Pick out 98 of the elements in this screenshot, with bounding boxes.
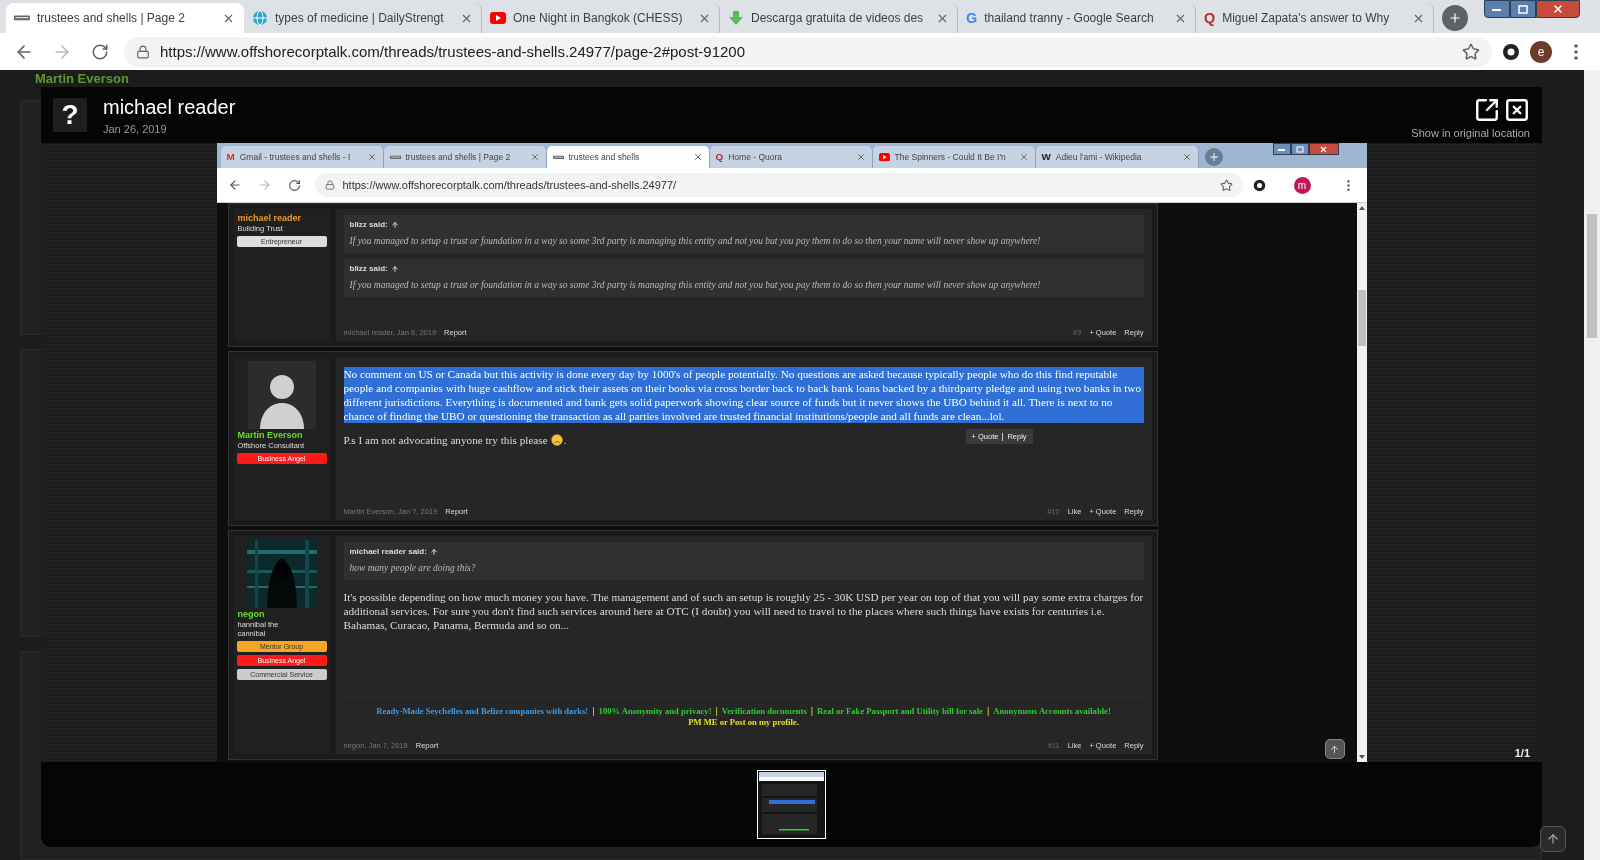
bookmark-star-icon <box>1219 178 1233 192</box>
minimize-button[interactable] <box>1272 143 1291 155</box>
tab-title: trustees and shells | Page 2 <box>37 11 186 25</box>
close-button[interactable] <box>1536 0 1580 18</box>
separator-text: | <box>592 706 595 716</box>
scroll-top-button[interactable] <box>1324 739 1345 759</box>
maximize-button[interactable] <box>1510 0 1536 18</box>
quote-author: blizz said: <box>349 220 388 229</box>
bookmark-star-icon[interactable] <box>1462 42 1480 61</box>
arrow-up-icon[interactable] <box>390 264 399 273</box>
tab-title: Adieu l'ami - Wikipedia <box>1055 152 1143 162</box>
favicon-letter: W <box>1041 152 1051 162</box>
avatar: ? <box>53 98 87 132</box>
username[interactable]: Martin Everson <box>233 430 303 440</box>
tab-title: trustees and shells | Page 2 <box>405 152 512 162</box>
post-text: P.s I am not advocating anyone try this please <box>343 433 548 447</box>
tab-title: types of medicine | DailyStrengt <box>275 11 445 25</box>
post-date: Jan 26, 2019 <box>103 122 168 135</box>
signature-link[interactable]: Anonymous Accounts available! <box>993 706 1111 716</box>
play-icon <box>878 152 890 162</box>
scrollbar[interactable] <box>1584 70 1600 860</box>
reload-icon <box>288 178 301 192</box>
arrow-up-icon[interactable] <box>390 220 399 229</box>
scroll-down-arrow-icon[interactable] <box>1358 755 1365 759</box>
signature-link[interactable]: PM ME or Post on my profile. <box>688 717 799 727</box>
emoji-icon <box>550 434 563 446</box>
extension-icon[interactable] <box>1502 42 1520 61</box>
minimize-icon <box>1277 147 1286 151</box>
minimize-button[interactable] <box>1484 0 1510 18</box>
close-icon <box>1319 144 1328 154</box>
separator-text: | <box>986 706 990 716</box>
quote-author: michael reader said: <box>349 547 427 556</box>
site-logo-icon <box>552 153 564 161</box>
maximize-icon <box>1295 145 1304 153</box>
post-text: It's possible depending on how much money you have. The management and of such an setup is roughly 25 - 30K USD per year on top of that you will pay some extra charges for additional services. For sure you don't find such services around here at OTC (I doubt) you will need to travel to the places where such things have exists for centuries i.e. Bahamas, Curacao, Panama, Bermuda and so on... <box>343 590 1144 632</box>
menu-icon <box>1574 43 1578 60</box>
username[interactable]: michael reader <box>233 213 302 223</box>
close-icon[interactable] <box>1504 97 1530 123</box>
plus-icon <box>1207 151 1220 163</box>
post-text: . <box>563 433 567 447</box>
scrollbar-thumb[interactable] <box>1357 289 1366 346</box>
maximize-icon <box>1518 4 1528 14</box>
signature-link[interactable]: Ready-Made Seychelles and Belize companies with darks! <box>376 706 589 716</box>
signature-link[interactable]: Verification documents <box>721 706 807 716</box>
username[interactable]: negon <box>233 609 265 619</box>
lock-icon <box>136 44 150 59</box>
profile-avatar[interactable]: m <box>1293 176 1311 194</box>
image-counter: 1/1 <box>1514 747 1530 759</box>
tab-title: The Spinners - Could It Be I'n <box>894 152 1007 162</box>
lock-icon <box>324 180 335 190</box>
arrow-up-icon <box>1546 832 1560 846</box>
close-button[interactable] <box>1308 143 1339 155</box>
quote-text: how many people are doing this? <box>349 563 477 573</box>
arrow-up-icon <box>1329 743 1340 755</box>
new-tab-button[interactable] <box>1442 5 1468 31</box>
globe-icon <box>252 10 268 26</box>
close-icon <box>1552 3 1564 15</box>
site-logo-icon <box>389 153 401 161</box>
extension-icon <box>1252 178 1266 192</box>
menu-icon <box>1347 179 1350 191</box>
thumbnail-drawing <box>759 772 824 837</box>
url-text: https://www.offshorecorptalk.com/threads/trustees-and-shells.24977/page-2#post-91200 <box>160 43 746 60</box>
author-name: michael reader <box>103 95 236 119</box>
download-arrow-icon <box>728 10 744 26</box>
favicon-letter: Q <box>715 152 724 162</box>
minimize-icon <box>1492 7 1502 11</box>
site-logo-icon <box>14 13 30 23</box>
background-username: Martin Everson <box>34 70 130 86</box>
arrow-up-icon[interactable] <box>429 547 438 556</box>
quote-text: If you managed to setup a trust or foundation in a way so some 3rd party is managing this entity and not you but you pay them to do so then your name will never show up anywhere! <box>349 280 1042 290</box>
reload-icon <box>91 42 109 61</box>
tab-title: Miguel Zapata's answer to Why <box>1222 11 1391 25</box>
signature-link[interactable]: Real or Fake Passport and Utility bill for sale <box>817 706 983 716</box>
tab-title: thailand tranny - Google Search <box>984 11 1155 25</box>
avatar-icon <box>247 361 316 429</box>
quote-author: blizz said: <box>349 264 388 273</box>
open-external-icon[interactable] <box>1474 97 1500 123</box>
tab-title: Gmail - trustees and shells - I <box>239 152 352 162</box>
tab-title: Descarga gratuita de videos des <box>751 11 925 25</box>
address-field[interactable]: https://www.offshorecorptalk.com/threads/trustees-and-shells.24977/page-2#post-91200 <box>124 36 1492 67</box>
quote-text: If you managed to setup a trust or foundation in a way so some 3rd party is managing this entity and not you but you pay them to do so then your name will never show up anywhere! <box>349 236 1042 246</box>
favicon-letter: M <box>226 152 235 162</box>
tab-title: Home - Quora <box>728 152 784 162</box>
browser-tab[interactable]: trustees and shells | Page 2 <box>6 3 244 33</box>
separator-text: | <box>810 706 814 716</box>
url-text: https://www.offshorecorptalk.com/threads/trustees-and-shells.24977/ <box>342 179 677 191</box>
original-location-link[interactable]: Show in original location <box>1411 127 1530 139</box>
scroll-up-arrow-icon[interactable] <box>1358 206 1365 210</box>
play-icon <box>490 12 506 24</box>
post-text: No comment on US or Canada but this activity is done every day by 1000's of people potentially. No questions are asked because typically people who do this find reputable people and companies with huge cashflow and stick their assets on their books via cross border back to back bank loans backed by a thirdparty pledge and using two banks in two different jurisdictions. Everything is documented and bank gets solid paperwork showing clear source of funds but it never shows the UBO behind it all. There is next to no chance of finding the UBO or questioning the transaction as all parties involved are trusted financial institutions/people and all funds are clean...lol. <box>343 367 1144 423</box>
signature-link[interactable]: 100% Anonymity and privacy! <box>598 706 712 716</box>
thumbnail[interactable] <box>757 770 826 839</box>
tab-title: One Night in Bangkok (CHESS) <box>513 11 684 25</box>
favicon-letter: G <box>966 10 978 26</box>
separator-text: | <box>715 706 718 716</box>
tab-title: trustees and shells <box>568 152 641 162</box>
profile-avatar[interactable]: e <box>1530 40 1552 63</box>
favicon-letter: Q <box>1204 10 1216 26</box>
